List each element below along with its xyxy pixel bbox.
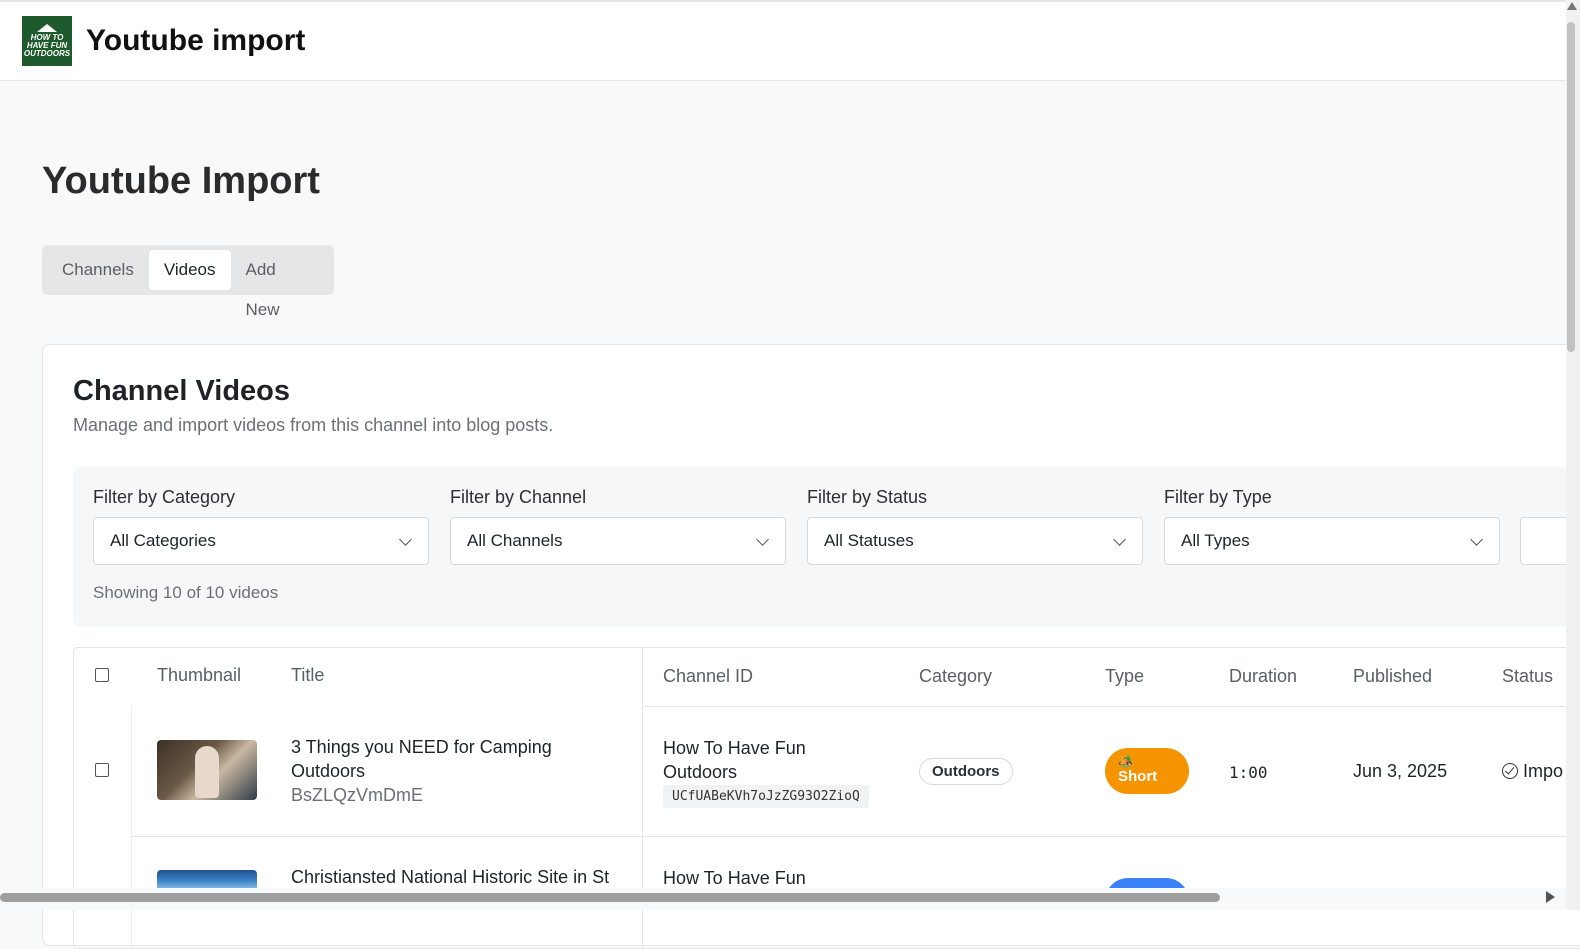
type-select-value: All Types <box>1181 531 1250 550</box>
chevron-down-icon <box>399 533 412 546</box>
chevron-down-icon <box>1113 533 1126 546</box>
header-divider <box>642 706 1580 707</box>
scroll-right-arrow-icon[interactable] <box>1546 891 1555 903</box>
filter-channel-label: Filter by Channel <box>450 487 587 507</box>
filter-type: Filter by Type All Types <box>1164 487 1500 565</box>
app-header: HOW TO HAVE FUN OUTDOORS Youtube import <box>0 2 1566 81</box>
column-header-status[interactable]: Status <box>1502 666 1553 687</box>
type-badge: 🏕️ Short <box>1105 748 1189 794</box>
row-divider <box>131 836 1580 837</box>
video-thumbnail[interactable] <box>157 740 257 800</box>
status-cell: Impo <box>1502 761 1563 782</box>
published-date: Jun 3, 2025 <box>1353 761 1448 781</box>
video-title[interactable]: 3 Things you NEED for Camping Outdoors <box>291 735 631 783</box>
column-header-category[interactable]: Category <box>919 666 992 687</box>
app-title: Youtube import <box>86 24 306 57</box>
type-select[interactable]: All Types <box>1164 517 1500 565</box>
filter-panel: Filter by Category All Categories Filter… <box>73 467 1580 627</box>
tab-channels[interactable]: Channels <box>47 250 149 290</box>
tab-add-new[interactable]: Add New <box>231 250 329 319</box>
chevron-down-icon <box>756 533 769 546</box>
tab-videos[interactable]: Videos <box>148 250 231 290</box>
channel-name: How To Have Fun <box>663 868 806 888</box>
row-checkbox[interactable] <box>95 763 109 777</box>
video-duration: 1:00 <box>1229 763 1268 782</box>
video-id: BsZLQzVmDmE <box>291 785 424 805</box>
column-header-published[interactable]: Published <box>1353 666 1432 687</box>
column-header-duration[interactable]: Duration <box>1229 666 1297 687</box>
scroll-up-arrow-icon[interactable] <box>1567 2 1577 10</box>
tent-icon: 🏕️ <box>1118 754 1133 768</box>
channel-videos-card: Channel Videos Manage and import videos … <box>42 344 1580 949</box>
column-header-type[interactable]: Type <box>1105 666 1144 687</box>
results-count: Showing 10 of 10 videos <box>93 583 279 602</box>
filter-type-label: Filter by Type <box>1164 487 1272 507</box>
channel-name: How To Have Fun Outdoors <box>663 738 806 782</box>
channel-select-value: All Channels <box>467 531 563 550</box>
video-title[interactable]: Christiansted National Historic Site in … <box>291 865 631 889</box>
category-badge: Outdoors <box>919 758 1013 785</box>
category-select-value: All Categories <box>110 531 216 550</box>
status-select-value: All Statuses <box>824 531 914 550</box>
table-divider <box>131 706 132 948</box>
channel-select[interactable]: All Channels <box>450 517 786 565</box>
column-header-title[interactable]: Title <box>291 665 324 686</box>
filter-extra <box>1520 487 1580 565</box>
card-title: Channel Videos <box>73 375 291 407</box>
vertical-scrollbar-thumb[interactable] <box>1567 22 1575 352</box>
filter-channel: Filter by Channel All Channels <box>450 487 786 565</box>
column-header-thumbnail[interactable]: Thumbnail <box>157 665 241 686</box>
card-subtitle: Manage and import videos from this chann… <box>73 415 554 435</box>
select-all-checkbox[interactable] <box>95 668 109 682</box>
horizontal-scrollbar-thumb[interactable] <box>0 893 1220 902</box>
video-thumbnail[interactable] <box>157 870 257 890</box>
page-title: Youtube Import <box>42 160 320 202</box>
category-select[interactable]: All Categories <box>93 517 429 565</box>
tab-bar: Channels Videos Add New <box>42 245 334 319</box>
site-logo[interactable]: HOW TO HAVE FUN OUTDOORS <box>22 16 72 66</box>
chevron-down-icon <box>1470 533 1483 546</box>
filter-category: Filter by Category All Categories <box>93 487 429 565</box>
mountain-icon <box>37 24 57 32</box>
channel-id-code: UCfUABeKVh7oJzZG93O2ZioQ <box>663 785 869 808</box>
filter-status-label: Filter by Status <box>807 487 928 507</box>
check-circle-icon <box>1502 763 1518 779</box>
filter-status: Filter by Status All Statuses <box>807 487 1143 565</box>
filter-category-label: Filter by Category <box>93 487 236 507</box>
column-header-channel-id[interactable]: Channel ID <box>663 666 753 687</box>
status-select[interactable]: All Statuses <box>807 517 1143 565</box>
